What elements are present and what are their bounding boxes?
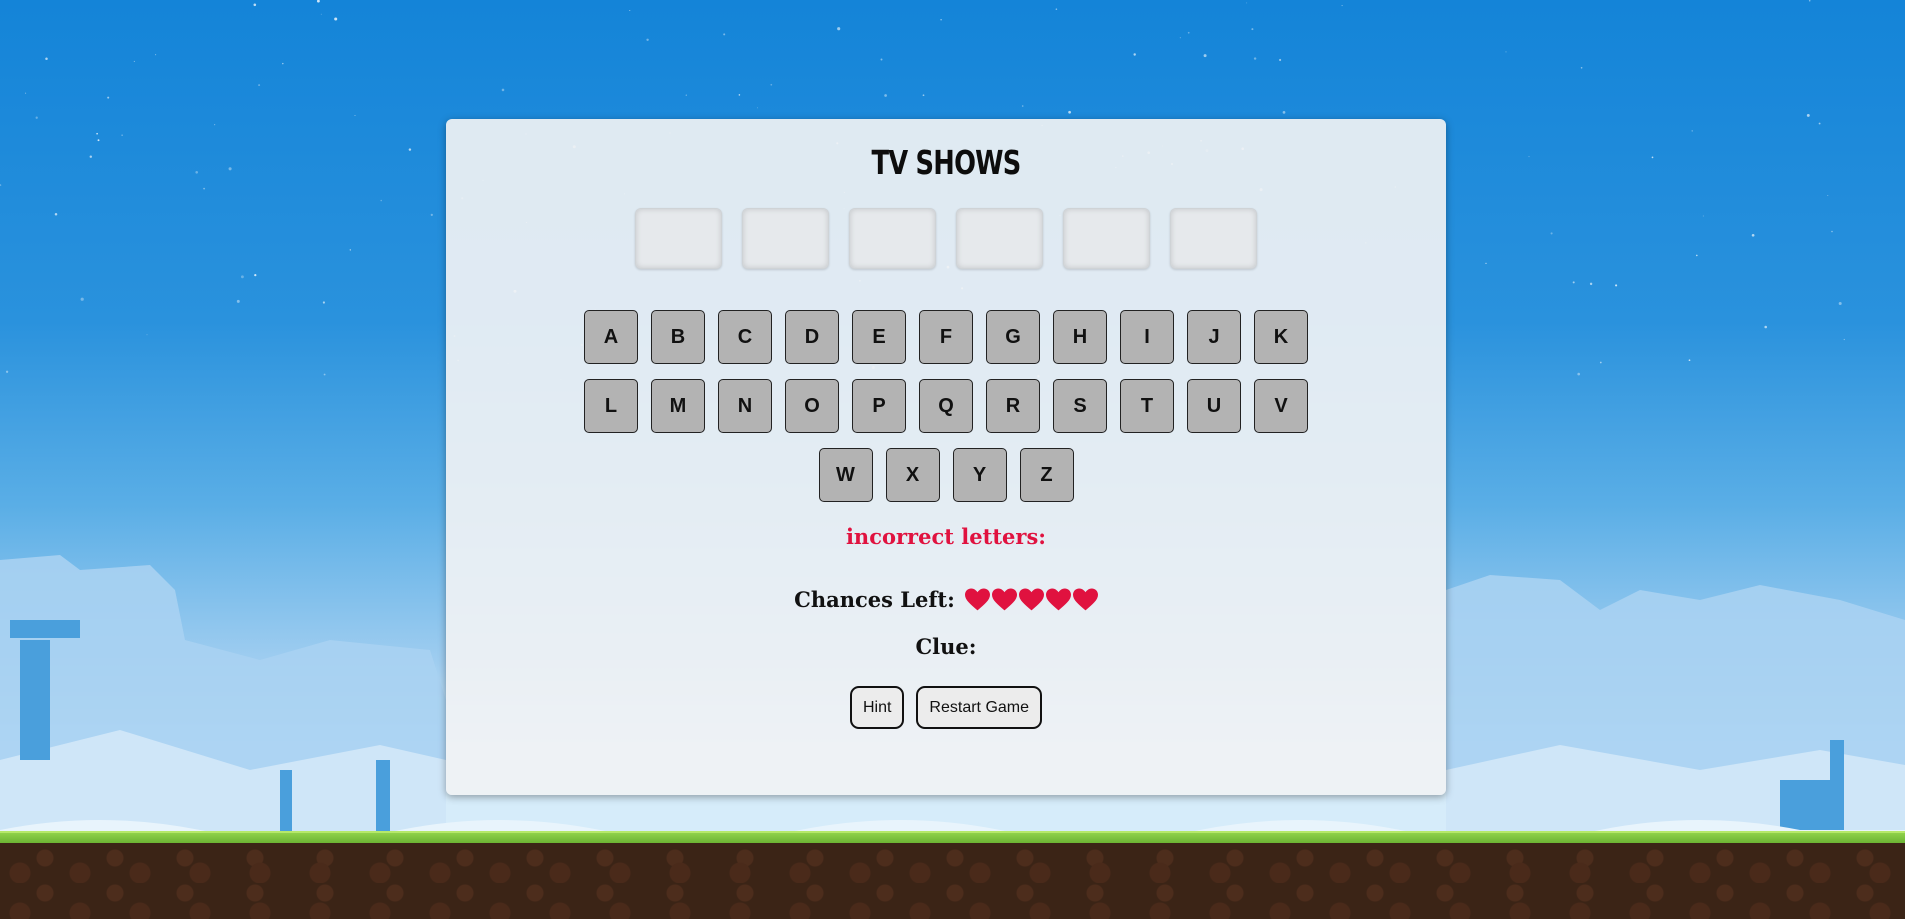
key-y[interactable]: Y <box>952 448 1007 502</box>
letter-slot <box>849 208 936 269</box>
key-w[interactable]: W <box>818 448 873 502</box>
restart-game-button[interactable]: Restart Game <box>916 686 1043 729</box>
letter-slot <box>1063 208 1150 269</box>
key-l[interactable]: L <box>584 379 638 433</box>
incorrect-letters-label: incorrect letters: <box>845 524 1047 549</box>
key-v[interactable]: V <box>1254 379 1308 433</box>
key-p[interactable]: P <box>852 379 906 433</box>
key-x[interactable]: X <box>885 448 940 502</box>
key-t[interactable]: T <box>1120 379 1174 433</box>
key-c[interactable]: C <box>718 310 772 364</box>
chances-left: Chances Left: <box>446 587 1446 612</box>
key-i[interactable]: I <box>1120 310 1174 364</box>
heart-icon <box>991 588 1017 610</box>
key-n[interactable]: N <box>718 379 772 433</box>
letter-slot <box>1170 208 1257 269</box>
letter-slot <box>956 208 1043 269</box>
keyboard-row-2: LMNOPQRSTUV <box>446 379 1446 433</box>
heart-icon <box>1045 588 1071 610</box>
chances-label: Chances Left: <box>794 587 955 612</box>
category-title: TV SHOWS <box>871 143 1021 182</box>
game-panel: TV SHOWS ABCDEFGHIJK LMNOPQRSTUV WXYZ in… <box>446 119 1446 795</box>
heart-icon <box>1018 588 1044 610</box>
key-s[interactable]: S <box>1053 379 1107 433</box>
clue-label: Clue: <box>915 634 977 659</box>
key-u[interactable]: U <box>1187 379 1241 433</box>
key-m[interactable]: M <box>651 379 705 433</box>
key-r[interactable]: R <box>986 379 1040 433</box>
key-a[interactable]: A <box>584 310 638 364</box>
heart-icon <box>1072 588 1098 610</box>
hearts <box>964 588 1098 612</box>
key-h[interactable]: H <box>1053 310 1107 364</box>
key-z[interactable]: Z <box>1019 448 1074 502</box>
key-g[interactable]: G <box>986 310 1040 364</box>
key-j[interactable]: J <box>1187 310 1241 364</box>
key-k[interactable]: K <box>1254 310 1308 364</box>
key-d[interactable]: D <box>785 310 839 364</box>
heart-icon <box>964 588 990 610</box>
letter-slot <box>742 208 829 269</box>
key-o[interactable]: O <box>785 379 839 433</box>
keyboard-row-3: WXYZ <box>446 448 1446 502</box>
action-buttons: Hint Restart Game <box>446 686 1446 729</box>
keyboard-row-1: ABCDEFGHIJK <box>446 310 1446 364</box>
word-slots <box>446 208 1446 269</box>
key-b[interactable]: B <box>651 310 705 364</box>
letter-slot <box>635 208 722 269</box>
dirt-ground <box>0 843 1905 919</box>
key-e[interactable]: E <box>852 310 906 364</box>
key-f[interactable]: F <box>919 310 973 364</box>
key-q[interactable]: Q <box>919 379 973 433</box>
hint-button[interactable]: Hint <box>849 686 905 729</box>
